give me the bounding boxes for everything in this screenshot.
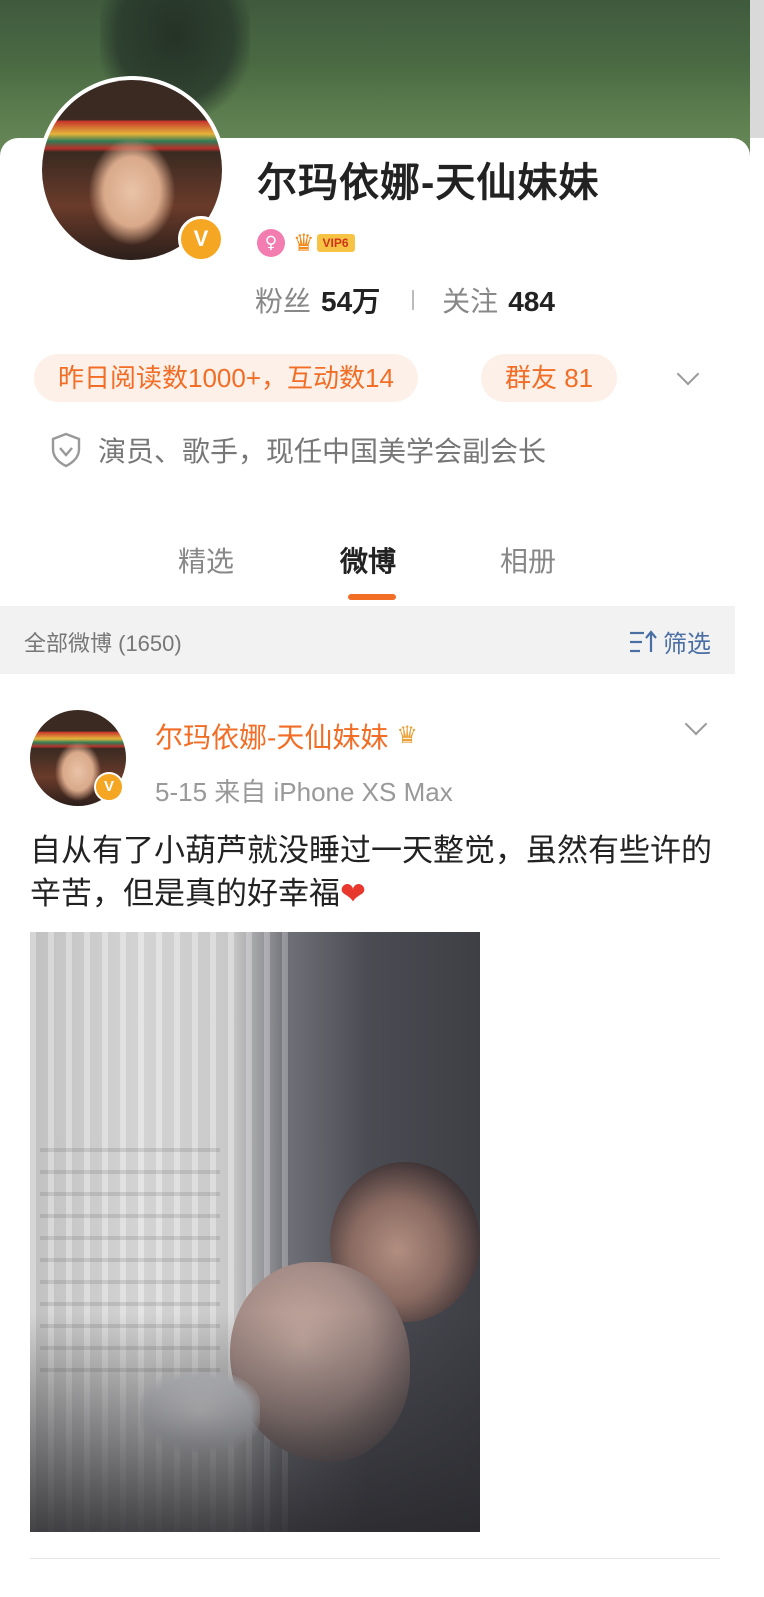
post-body: 自从有了小葫芦就没睡过一天整觉，虽然有些许的辛苦，但是真的好幸福 <box>30 833 712 911</box>
post-meta: 5-15 来自 iPhone XS Max <box>155 777 453 807</box>
reads-interactions-pill[interactable]: 昨日阅读数1000+，互动数14 <box>34 354 418 402</box>
post-author[interactable]: 尔玛依娜-天仙妹妹 ♛ <box>155 716 418 756</box>
tab-featured[interactable]: 精选 <box>178 540 234 580</box>
follow-label: 关注 <box>442 286 499 317</box>
tab-weibo[interactable]: 微博 <box>340 540 396 580</box>
scrollbar-track <box>750 138 764 1597</box>
female-icon: ♀ <box>257 229 285 257</box>
shield-check-icon <box>51 432 81 468</box>
tab-album[interactable]: 相册 <box>500 540 556 580</box>
crown-icon: ♛ <box>293 229 315 257</box>
heart-emoji-icon: ❤ <box>340 876 366 911</box>
post-menu-chevron-down-icon[interactable] <box>684 712 708 736</box>
post-divider <box>30 1558 720 1559</box>
fans-count: 54万 <box>321 286 381 317</box>
profile-name: 尔玛依娜-天仙妹妹 <box>257 161 600 205</box>
profile-tabs: 精选 微博 相册 <box>0 540 750 606</box>
post-author-name: 尔玛依娜-天仙妹妹 <box>155 722 389 753</box>
post-text: 自从有了小葫芦就没睡过一天整觉，虽然有些许的辛苦，但是真的好幸福❤ <box>30 829 720 915</box>
post-image[interactable] <box>30 932 480 1532</box>
profile-badges: ♀ ♛ VIP6 <box>257 228 355 258</box>
profile-avatar[interactable]: V <box>38 76 226 264</box>
vip-level-label: VIP6 <box>316 234 355 252</box>
filter-button[interactable]: 筛选 <box>629 624 711 659</box>
follow-stat[interactable]: 关注 484 <box>442 280 555 320</box>
weibo-count: 全部微博 (1650) <box>24 631 182 656</box>
bio-text: 演员、歌手，现任中国美学会副会长 <box>98 436 547 467</box>
active-tab-indicator <box>348 594 396 600</box>
post-author-avatar[interactable]: V <box>30 710 126 806</box>
stats-divider <box>412 290 415 310</box>
fans-stat[interactable]: 粉丝 54万 <box>255 280 380 320</box>
filter-sort-icon <box>630 629 657 652</box>
follow-count: 484 <box>508 286 555 317</box>
filter-label: 筛选 <box>663 631 711 658</box>
vip-badge[interactable]: ♛ VIP6 <box>293 231 355 255</box>
verified-badge-icon: V <box>94 772 124 802</box>
profile-stats: 粉丝 54万 关注 484 <box>255 280 555 320</box>
group-fans-pill[interactable]: 群友 81 <box>481 354 618 402</box>
photo-shadow <box>30 1312 480 1532</box>
verified-badge-icon: V <box>178 216 224 262</box>
profile-bio: 演员、歌手，现任中国美学会副会长 <box>50 430 546 470</box>
scrollbar[interactable] <box>750 0 764 160</box>
fans-label: 粉丝 <box>255 286 312 317</box>
weibo-post: V 尔玛依娜-天仙妹妹 ♛ 5-15 来自 iPhone XS Max 自从有了… <box>0 674 735 1597</box>
vip-crown-icon: ♛ <box>396 722 418 749</box>
feed-filter-bar: 全部微博 (1650) 筛选 <box>0 606 735 674</box>
